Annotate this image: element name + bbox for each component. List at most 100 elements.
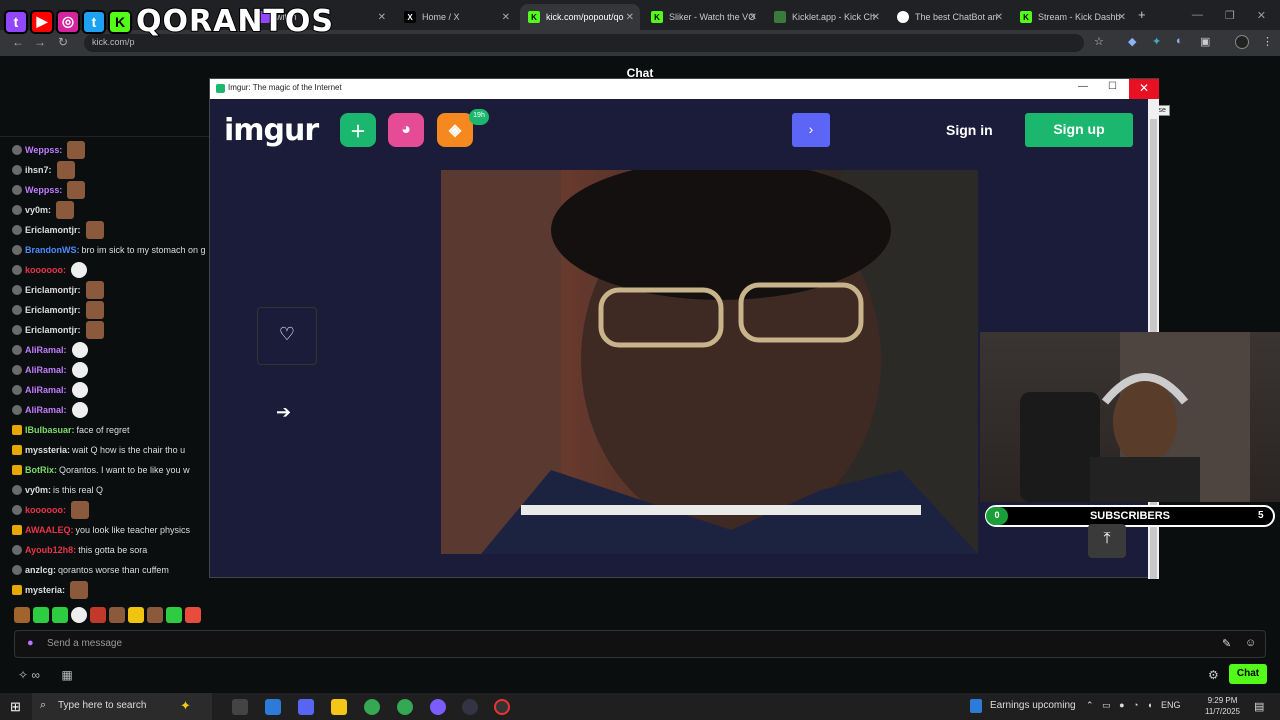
emote[interactable]	[14, 607, 30, 623]
games-button[interactable]: ◈	[437, 113, 473, 147]
extension-icon[interactable]: ✦	[1152, 35, 1161, 48]
windows-start-icon[interactable]: ⊞	[10, 699, 21, 715]
chrome-icon[interactable]	[364, 699, 380, 715]
chat-message[interactable]: anzlcg: qorantos worse than cuffem	[12, 560, 212, 580]
chat-message[interactable]: vy0m:	[12, 200, 212, 220]
chat-message[interactable]: AWAALEQ: you look like teacher physics	[12, 520, 212, 540]
favorite-button[interactable]: ♡	[257, 307, 317, 365]
tab-sliker[interactable]: K Sliker - Watch the VO ✕	[643, 4, 763, 30]
chat-username[interactable]: Ericlamontjr:	[25, 285, 81, 295]
keyboard-language[interactable]: ENG	[1161, 700, 1181, 710]
chat-username[interactable]: Ericlamontjr:	[25, 225, 81, 235]
file-explorer-icon[interactable]	[331, 699, 347, 715]
chat-username[interactable]: Ericlamontjr:	[25, 305, 81, 315]
close-icon[interactable]: ✕	[995, 12, 1003, 23]
new-tab-icon[interactable]: +	[1138, 7, 1146, 22]
close-icon[interactable]: ✕	[872, 12, 880, 23]
chat-username[interactable]: Weppss:	[25, 185, 62, 195]
scroll-top-button[interactable]: ⤒	[1088, 524, 1126, 558]
chat-message[interactable]: AliRamal:	[12, 380, 212, 400]
chat-button[interactable]: Chat	[1229, 664, 1267, 684]
chat-message[interactable]: Ericlamontjr:	[12, 280, 212, 300]
emoji-icon[interactable]: ☺	[1245, 637, 1256, 649]
network-icon[interactable]: ▭	[1102, 700, 1111, 710]
tab-x[interactable]: X Home / X ✕	[396, 4, 516, 30]
tab-kick-dashboard[interactable]: K Stream - Kick Dashb ✕	[1012, 4, 1132, 30]
close-icon[interactable]: ✕	[502, 12, 510, 23]
chat-username[interactable]: Ericlamontjr:	[25, 325, 81, 335]
tab-kick-popout[interactable]: Kkick.com/popout/qo ✕	[520, 4, 640, 30]
extension-icon[interactable]: ◐	[1176, 35, 1183, 47]
restore-icon[interactable]: ❐	[1225, 9, 1235, 22]
emote[interactable]	[33, 607, 49, 623]
gift-icon[interactable]: ▦	[61, 668, 72, 682]
menu-icon[interactable]: ⋮	[1262, 35, 1273, 48]
gear-icon[interactable]: ⚙	[1208, 668, 1219, 682]
chat-username[interactable]: mysteria:	[25, 585, 65, 595]
chat-username[interactable]: vy0m:	[25, 205, 51, 215]
recording-icon[interactable]	[494, 699, 510, 715]
infinity-icon[interactable]: ∞	[31, 668, 40, 682]
chat-username[interactable]: koooooo:	[25, 265, 66, 275]
tab-chatbot[interactable]: The best ChatBot an ✕	[889, 4, 1009, 30]
chat-message[interactable]: Weppss:	[12, 180, 212, 200]
volume-icon[interactable]: ◖	[1147, 700, 1152, 710]
emote[interactable]	[166, 607, 182, 623]
chat-username[interactable]: AliRamal:	[25, 345, 67, 355]
chat-username[interactable]: AliRamal:	[25, 405, 67, 415]
chat-username[interactable]: Weppss:	[25, 145, 62, 155]
chat-message[interactable]: vy0m: is this real Q	[12, 480, 212, 500]
emote[interactable]	[90, 607, 106, 623]
imgur-logo[interactable]: imgur	[224, 113, 319, 148]
popup-close-button[interactable]: ✕	[1129, 79, 1159, 99]
app-icon[interactable]	[462, 699, 478, 715]
sign-in-link[interactable]: Sign in	[946, 122, 993, 138]
chevron-up-icon[interactable]: ⌃	[1086, 700, 1094, 710]
translate-icon[interactable]: ✎	[1222, 637, 1231, 650]
close-icon[interactable]: ✕	[749, 12, 757, 23]
bookmark-star-icon[interactable]: ☆	[1094, 35, 1104, 48]
chat-message[interactable]: Ericlamontjr:	[12, 220, 212, 240]
message-input[interactable]	[14, 630, 1266, 658]
extension-icon[interactable]: ◆	[1128, 35, 1136, 48]
chat-message[interactable]: AliRamal:	[12, 340, 212, 360]
close-icon[interactable]: ✕	[378, 12, 386, 23]
chat-username[interactable]: ihsn7:	[25, 165, 52, 175]
minimize-icon[interactable]: —	[1192, 9, 1203, 21]
minimize-icon[interactable]: —	[1078, 81, 1088, 92]
post-image[interactable]	[441, 170, 978, 554]
chat-message[interactable]: IBulbasuar: face of regret	[12, 420, 212, 440]
close-icon[interactable]: ✕	[626, 12, 634, 23]
extensions-puzzle-icon[interactable]: ▣	[1200, 35, 1210, 48]
emote[interactable]	[71, 607, 87, 623]
meme-button[interactable]: ◕	[388, 113, 424, 147]
chat-message[interactable]: Ericlamontjr:	[12, 300, 212, 320]
chat-message[interactable]: ihsn7:	[12, 160, 212, 180]
emote[interactable]	[52, 607, 68, 623]
sign-up-button[interactable]: Sign up	[1025, 113, 1133, 147]
task-view-icon[interactable]	[232, 699, 248, 715]
chat-message[interactable]: AliRamal:	[12, 400, 212, 420]
microphone-icon[interactable]: ●	[27, 637, 34, 649]
clock[interactable]: 9:29 PM 11/7/2025	[1205, 695, 1240, 717]
chrome-icon[interactable]	[397, 699, 413, 715]
wifi-icon[interactable]: ◔	[1133, 700, 1138, 710]
profile-avatar[interactable]	[1235, 35, 1249, 49]
chat-message[interactable]: koooooo:	[12, 500, 212, 520]
obs-icon[interactable]	[430, 699, 446, 715]
chat-message[interactable]: AliRamal:	[12, 360, 212, 380]
chat-message[interactable]: BrandonWS: bro im sick to my stomach on g	[12, 240, 212, 260]
chat-username[interactable]: koooooo:	[25, 505, 66, 515]
chat-username[interactable]: Ayoub12h8:	[25, 545, 76, 555]
chat-username[interactable]: BrandonWS:	[25, 245, 80, 255]
chat-username[interactable]: BotRix:	[25, 465, 57, 475]
notification-icon[interactable]: ▤	[1254, 700, 1264, 713]
new-post-button[interactable]: ＋	[340, 113, 376, 147]
chat-message[interactable]: mysteria:	[12, 580, 212, 600]
app-icon[interactable]	[265, 699, 281, 715]
share-button[interactable]: ➔	[276, 402, 291, 423]
chat-username[interactable]: myssteria:	[25, 445, 70, 455]
maximize-icon[interactable]: ☐	[1108, 81, 1117, 92]
chat-message[interactable]: Weppss:	[12, 140, 212, 160]
emote[interactable]	[109, 607, 125, 623]
